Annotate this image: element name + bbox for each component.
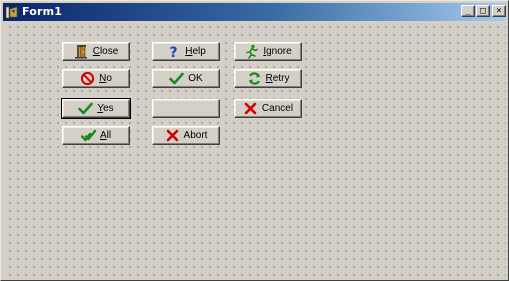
form-client-area: Close ? Help Ignore No OK Retry Yes Canc…	[3, 22, 506, 278]
ok-button-label: OK	[188, 73, 203, 84]
delphi-app-icon	[5, 4, 19, 19]
refresh-arrows-icon	[247, 71, 262, 86]
checkmark-icon	[78, 101, 94, 116]
ok-button[interactable]: OK	[152, 69, 220, 88]
abort-button-label: Abort	[183, 130, 208, 141]
ignore-button[interactable]: Ignore	[234, 42, 302, 61]
help-button-label: Help	[185, 46, 206, 57]
cancel-button-label: Cancel	[261, 103, 294, 114]
yes-button[interactable]: Yes	[61, 98, 131, 119]
svg-text:?: ?	[170, 45, 178, 59]
no-button-label: No	[99, 73, 112, 84]
running-figure-icon	[244, 44, 259, 59]
minimize-button[interactable]: _	[461, 5, 475, 17]
yes-button-label: Yes	[97, 103, 114, 114]
all-button[interactable]: All	[62, 126, 130, 145]
blank-button[interactable]	[152, 99, 220, 118]
close-button-label: Close	[92, 46, 119, 57]
retry-button[interactable]: Retry	[234, 69, 302, 88]
no-entry-icon	[80, 71, 95, 86]
retry-button-label: Retry	[265, 73, 290, 84]
abort-button[interactable]: Abort	[152, 126, 220, 145]
red-x-icon	[243, 101, 258, 116]
double-checkmark-icon	[80, 128, 96, 143]
close-window-button[interactable]: ×	[492, 5, 506, 17]
close-button[interactable]: Close	[62, 42, 130, 61]
ignore-button-label: Ignore	[263, 46, 292, 57]
cancel-button[interactable]: Cancel	[234, 99, 302, 118]
form1-window: Form1 _ □ × Close ? Help Ignore No OK Re…	[0, 0, 509, 281]
question-mark-icon: ?	[166, 44, 181, 59]
all-button-label: All	[99, 130, 112, 141]
red-x-icon	[165, 128, 180, 143]
checkmark-icon	[169, 71, 185, 86]
door-exit-icon	[74, 44, 89, 59]
no-button[interactable]: No	[62, 69, 130, 88]
title-bar[interactable]: Form1 _ □ ×	[3, 3, 506, 21]
window-title: Form1	[22, 5, 63, 18]
help-button[interactable]: ? Help	[152, 42, 220, 61]
maximize-button[interactable]: □	[476, 5, 490, 17]
